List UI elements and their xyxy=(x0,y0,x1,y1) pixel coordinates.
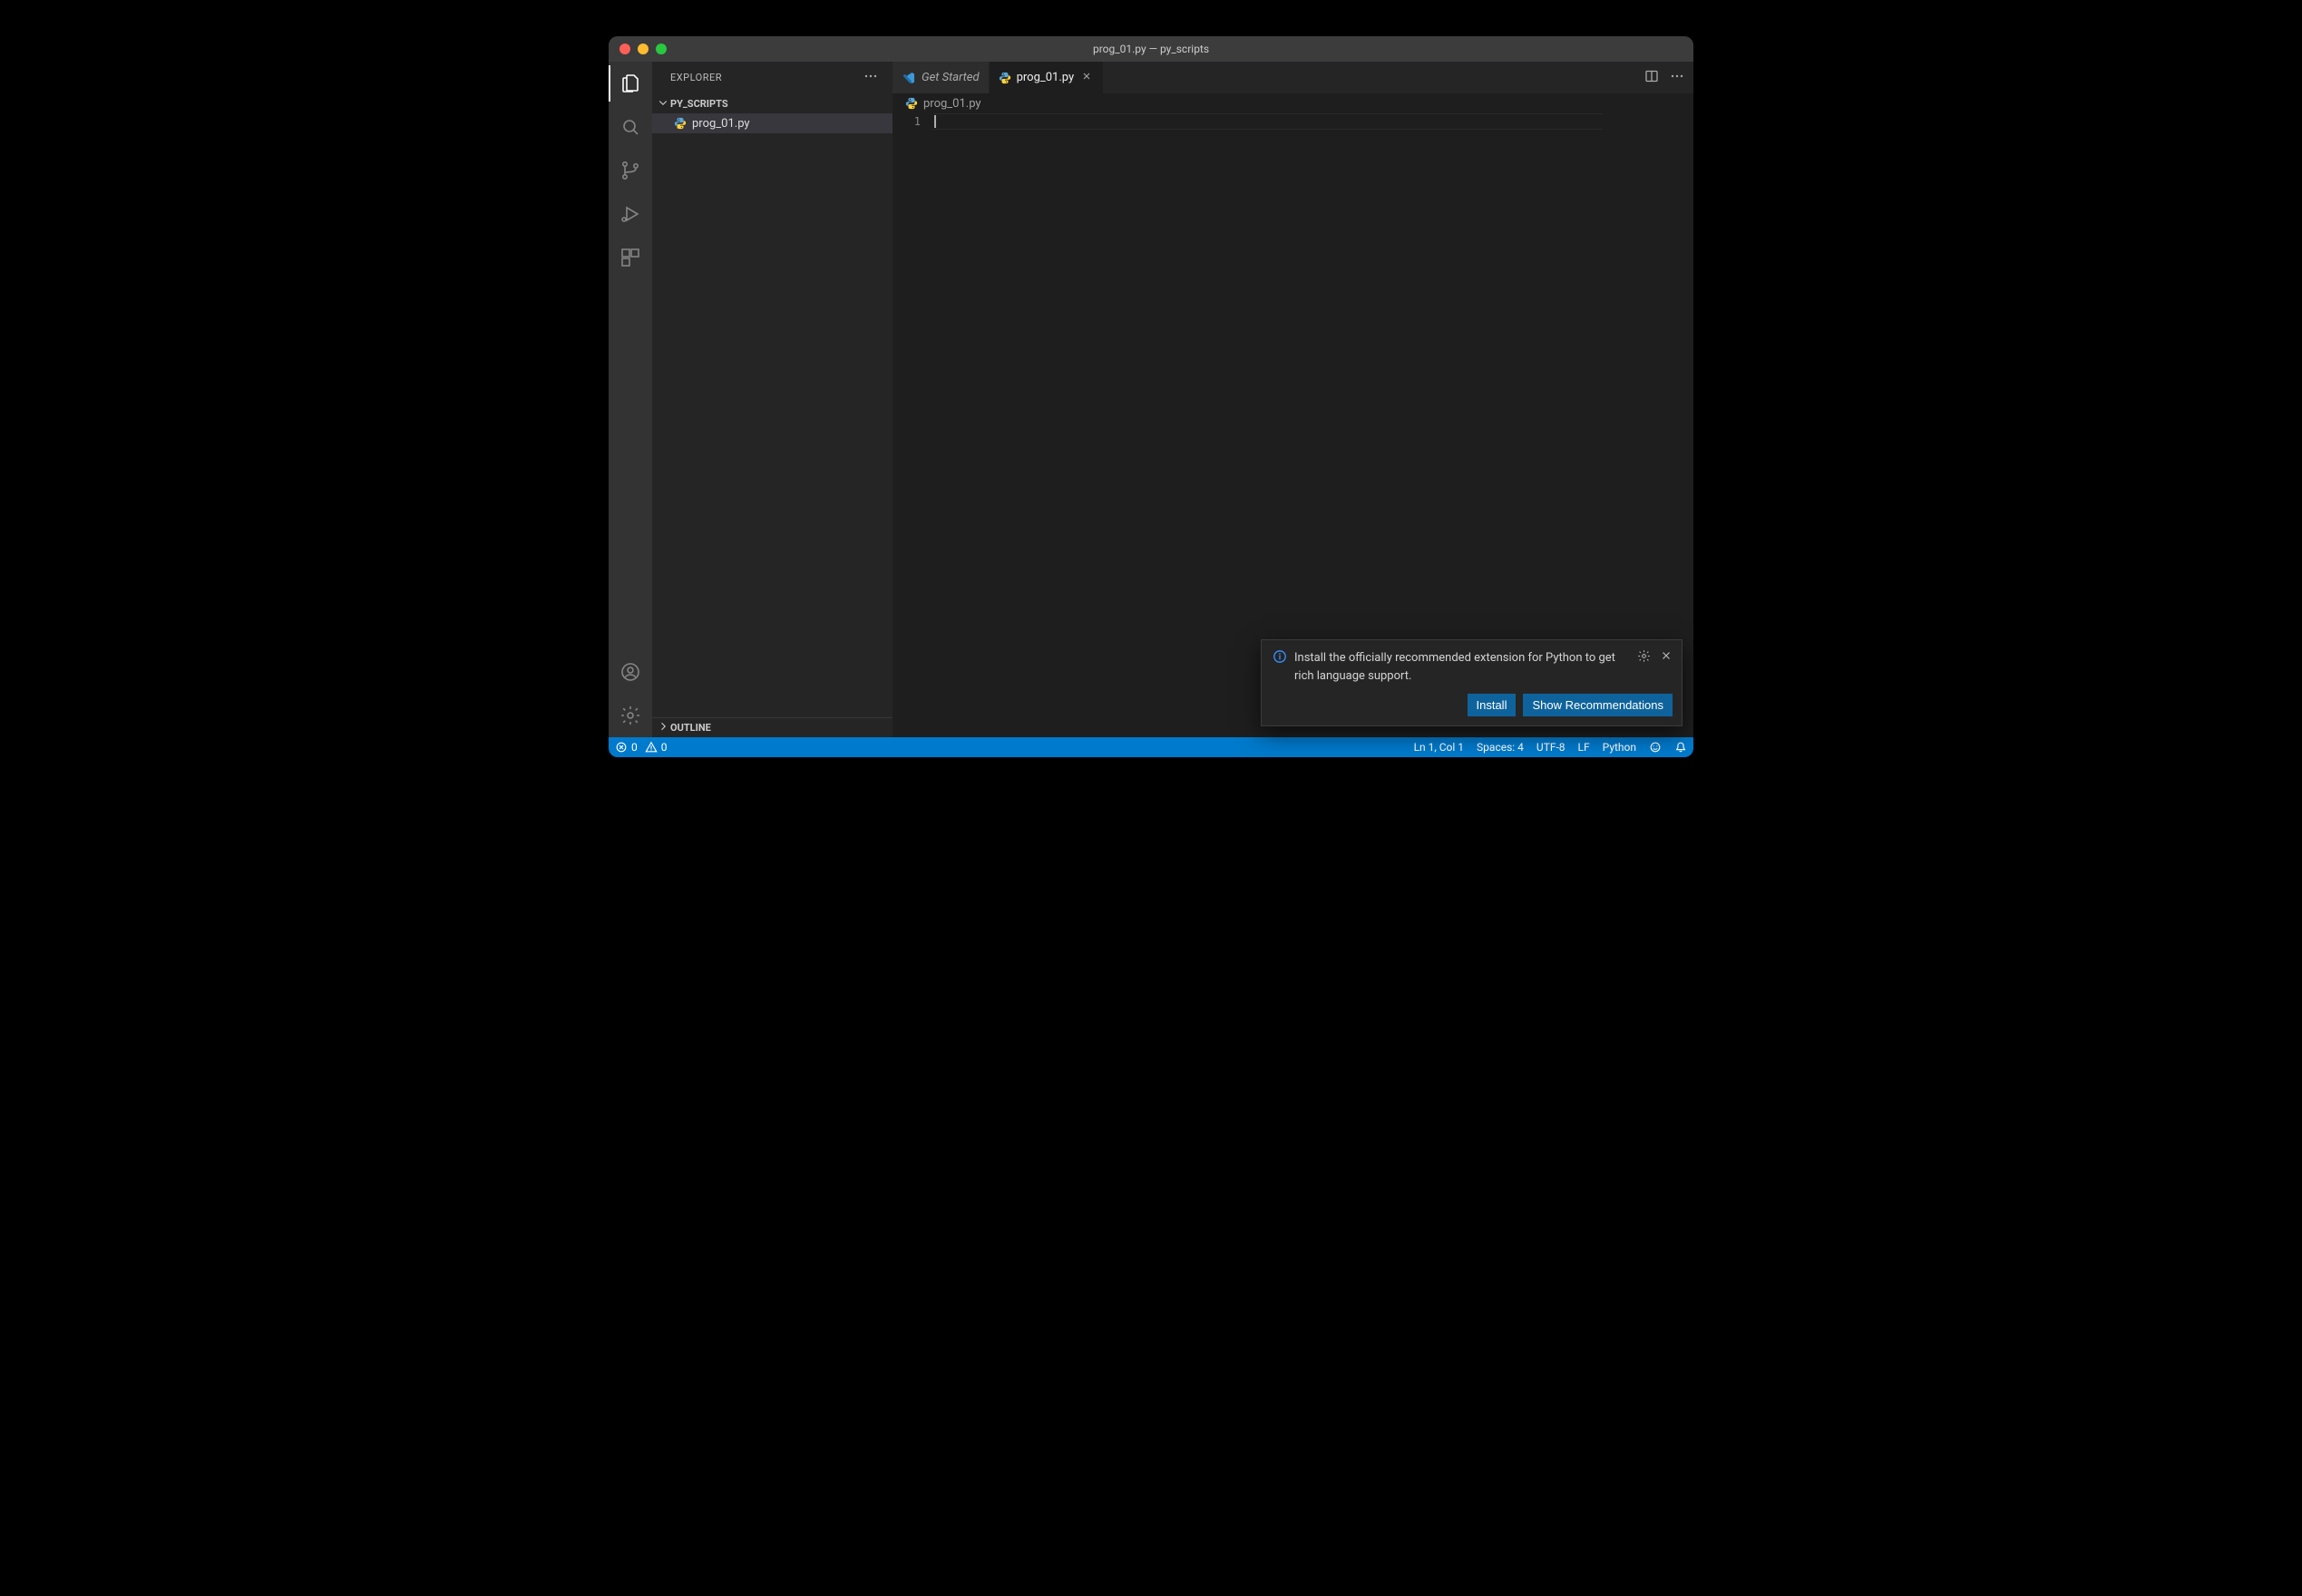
status-encoding[interactable]: UTF-8 xyxy=(1530,737,1572,757)
warning-count: 0 xyxy=(661,741,668,754)
activity-settings[interactable] xyxy=(609,694,652,737)
window-title: prog_01.py — py_scripts xyxy=(609,43,1693,55)
activity-explorer[interactable] xyxy=(609,62,652,105)
window-maximize[interactable] xyxy=(656,44,667,54)
activity-extensions[interactable] xyxy=(609,236,652,279)
toast-settings-icon[interactable] xyxy=(1637,649,1651,667)
warning-count-icon xyxy=(645,741,658,754)
activity-accounts[interactable] xyxy=(609,650,652,694)
activity-source-control[interactable] xyxy=(609,149,652,192)
status-feedback[interactable] xyxy=(1643,737,1668,757)
vscode-window: prog_01.py — py_scripts xyxy=(609,36,1693,757)
editor-more-icon[interactable] xyxy=(1670,69,1684,87)
window-close[interactable] xyxy=(619,44,630,54)
sidebar-header: EXPLORER xyxy=(652,62,893,93)
error-count-icon xyxy=(615,741,628,754)
titlebar: prog_01.py — py_scripts xyxy=(609,36,1693,62)
account-icon xyxy=(619,661,641,683)
tab-label: Get Started xyxy=(922,71,980,84)
activity-run-debug[interactable] xyxy=(609,192,652,236)
sidebar-more-icon[interactable] xyxy=(860,67,882,88)
workspace-body: EXPLORER PY_SCRIPTS xyxy=(609,62,1693,737)
show-recommendations-button[interactable]: Show Recommendations xyxy=(1523,694,1673,716)
file-tree: prog_01.py xyxy=(652,113,893,717)
tab-get-started[interactable]: Get Started xyxy=(893,62,990,93)
sidebar-folder-section: PY_SCRIPTS prog_01.py xyxy=(652,93,893,717)
tabs: Get Started prog_01.py xyxy=(893,62,1693,93)
install-button[interactable]: Install xyxy=(1468,694,1517,716)
breadcrumb-file: prog_01.py xyxy=(923,97,981,111)
tab-prog-01[interactable]: prog_01.py xyxy=(990,62,1105,93)
bell-icon xyxy=(1674,741,1687,754)
info-icon xyxy=(1273,649,1287,664)
status-indent[interactable]: Spaces: 4 xyxy=(1470,737,1530,757)
line-gutter: 1 xyxy=(893,113,933,737)
chevron-right-icon xyxy=(656,721,670,735)
toast-message: Install the officially recommended exten… xyxy=(1294,649,1630,685)
traffic-lights xyxy=(609,44,667,54)
status-position[interactable]: Ln 1, Col 1 xyxy=(1408,737,1470,757)
tab-actions xyxy=(1635,62,1693,93)
editor-area: Get Started prog_01.py xyxy=(893,62,1693,737)
python-file-icon xyxy=(905,97,918,110)
feedback-icon xyxy=(1649,741,1662,754)
activity-search[interactable] xyxy=(609,105,652,149)
file-name: prog_01.py xyxy=(692,117,750,131)
status-eol[interactable]: LF xyxy=(1572,737,1596,757)
error-count: 0 xyxy=(631,741,638,754)
toast-close-icon[interactable] xyxy=(1660,649,1673,667)
notification-toast: Install the officially recommended exten… xyxy=(1261,639,1683,726)
breadcrumb[interactable]: prog_01.py xyxy=(893,93,1693,113)
python-file-icon xyxy=(674,117,687,130)
outline-header[interactable]: OUTLINE xyxy=(652,717,893,737)
status-errors[interactable]: 0 0 xyxy=(609,737,674,757)
window-minimize[interactable] xyxy=(638,44,649,54)
chevron-down-icon xyxy=(656,97,670,111)
status-language[interactable]: Python xyxy=(1596,737,1643,757)
statusbar: 0 0 Ln 1, Col 1 Spaces: 4 UTF-8 LF Pytho… xyxy=(609,737,1693,757)
python-file-icon xyxy=(999,72,1011,84)
git-branch-icon xyxy=(619,160,641,181)
play-bug-icon xyxy=(619,203,641,225)
current-line-highlight xyxy=(933,113,1603,130)
split-editor-icon[interactable] xyxy=(1644,69,1659,87)
search-icon xyxy=(619,116,641,138)
sidebar-title: EXPLORER xyxy=(670,72,722,83)
vscode-icon xyxy=(902,71,916,85)
sidebar: EXPLORER PY_SCRIPTS xyxy=(652,62,893,737)
folder-name: PY_SCRIPTS xyxy=(670,98,728,110)
gear-icon xyxy=(619,705,641,726)
tab-close-icon[interactable] xyxy=(1079,71,1094,85)
folder-header[interactable]: PY_SCRIPTS xyxy=(652,93,893,113)
files-icon xyxy=(619,73,641,94)
outline-label: OUTLINE xyxy=(670,722,711,734)
activity-bar xyxy=(609,62,652,737)
text-cursor xyxy=(934,115,936,128)
line-number: 1 xyxy=(893,113,921,130)
file-row[interactable]: prog_01.py xyxy=(652,113,893,133)
tab-label: prog_01.py xyxy=(1017,71,1075,84)
extensions-icon xyxy=(619,247,641,268)
status-notifications[interactable] xyxy=(1668,737,1693,757)
